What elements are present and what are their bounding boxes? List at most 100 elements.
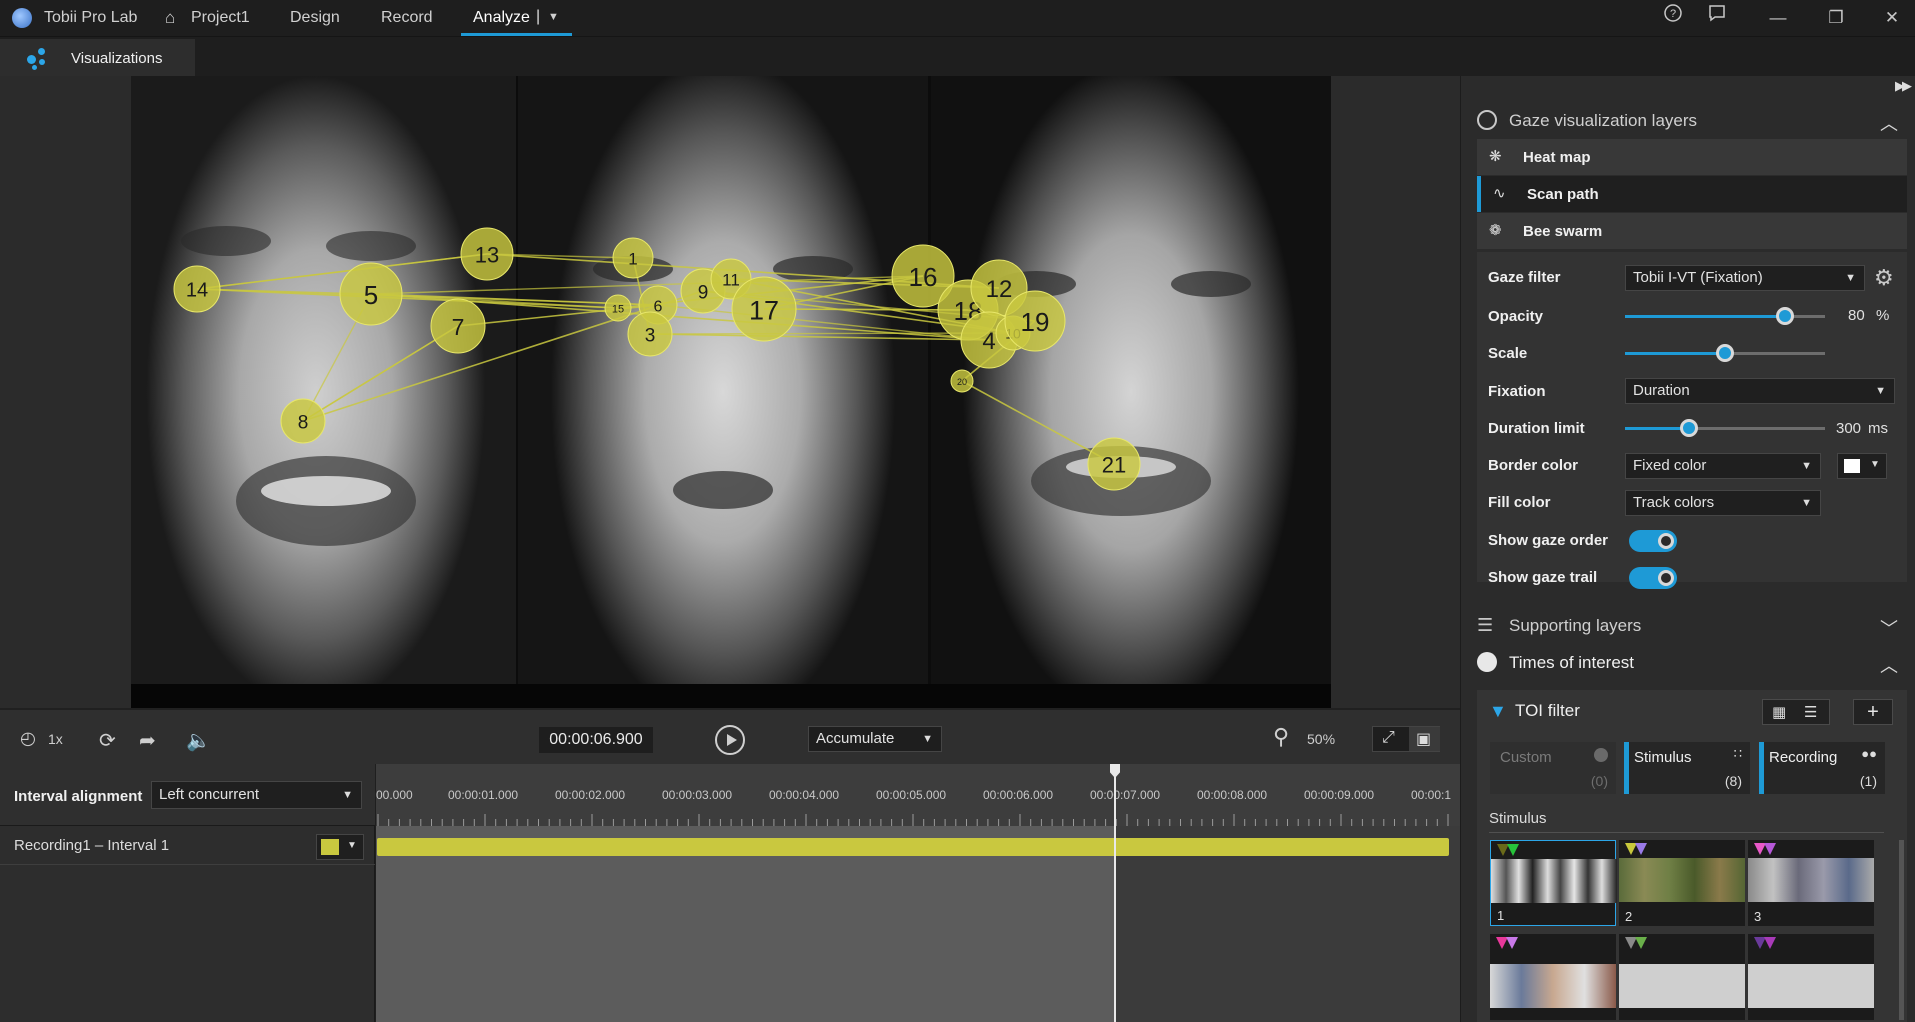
gaze-filter-value: Tobii I-VT (Fixation) <box>1633 269 1763 286</box>
help-icon[interactable]: ? <box>1653 0 1693 36</box>
stimulus-thumbnail-4[interactable] <box>1490 934 1616 1020</box>
fixation-1[interactable]: 1 <box>612 237 654 279</box>
current-time[interactable]: 00:00:06.900 <box>539 727 653 753</box>
fixation-3[interactable]: 3 <box>627 311 673 357</box>
tab-visualizations[interactable]: Visualizations <box>0 39 195 76</box>
feedback-icon[interactable] <box>1697 0 1737 36</box>
playback-speed[interactable]: 1x <box>48 731 63 747</box>
fixation-15[interactable]: 15 <box>604 294 632 322</box>
interval-alignment-select[interactable]: Left concurrent ▼ <box>151 781 362 809</box>
stimulus-thumbnail-1[interactable]: 1 <box>1490 840 1617 926</box>
opacity-slider-knob[interactable] <box>1776 307 1794 325</box>
interval-bar[interactable] <box>377 838 1449 856</box>
chevron-down-icon: ▼ <box>1801 497 1812 509</box>
gaze-layers-header[interactable]: Gaze visualization layers ︿ <box>1461 102 1915 138</box>
tab-record[interactable]: Record <box>381 0 433 36</box>
fixation-17[interactable]: 17 <box>731 276 797 342</box>
track-color-picker[interactable]: ▼ <box>316 834 364 860</box>
tick-label: 00:00:09.000 <box>1304 788 1375 802</box>
interval-alignment-label: Interval alignment <box>14 788 143 805</box>
zoom-level[interactable]: 50% <box>1307 731 1335 747</box>
scrollbar[interactable] <box>1899 840 1904 1020</box>
fixation-8[interactable]: 8 <box>280 398 326 444</box>
fill-color-select[interactable]: Track colors ▼ <box>1625 490 1821 516</box>
fixation-13[interactable]: 13 <box>460 227 514 281</box>
fixation-select[interactable]: Duration ▼ <box>1625 378 1895 404</box>
chevron-up-icon[interactable]: ︿ <box>1880 652 1898 678</box>
border-color-select[interactable]: Fixed color ▼ <box>1625 453 1821 479</box>
gear-icon[interactable]: ⚙ <box>1874 265 1894 291</box>
supporting-layers-header[interactable]: ☰ Supporting layers ﹀ <box>1461 607 1915 643</box>
layer-heat-map[interactable]: ❋ Heat map <box>1477 139 1907 175</box>
show-gaze-order-label: Show gaze order <box>1488 532 1609 549</box>
chevron-down-icon: ▼ <box>1845 272 1856 284</box>
tab-design[interactable]: Design <box>290 0 340 36</box>
accumulate-select[interactable]: Accumulate ▼ <box>808 726 942 752</box>
visualizations-label: Visualizations <box>71 50 163 67</box>
zoom-icon[interactable]: ⚲ <box>1273 724 1289 750</box>
tick-label: 00:00:04.000 <box>769 788 840 802</box>
toi-card-recording[interactable]: Recording (1) ●● <box>1759 742 1885 794</box>
project-tab[interactable]: Project1 <box>191 0 250 36</box>
fixation-7[interactable]: 7 <box>430 298 486 354</box>
playhead[interactable] <box>1110 764 1120 1022</box>
play-button[interactable] <box>715 725 745 755</box>
fixation-21[interactable]: 21 <box>1087 437 1141 491</box>
stimulus-image[interactable]: 14513781156391117161812410192021 <box>131 76 1331 708</box>
stimulus-thumbnail-5[interactable] <box>1619 934 1745 1020</box>
add-toi-button[interactable]: + <box>1853 699 1893 725</box>
fixation-20[interactable]: 20 <box>950 369 974 393</box>
fixation-order-label: 17 <box>749 296 779 326</box>
app-name: Tobii Pro Lab <box>44 9 138 26</box>
stimulus-section-label: Stimulus <box>1489 810 1547 827</box>
duration-slider-knob[interactable] <box>1680 419 1698 437</box>
fullscreen-icon[interactable]: ⤢ <box>1382 729 1395 747</box>
timeline-ruler[interactable]: 00.000 00:00:01.000 00:00:02.000 00:00:0… <box>376 764 1460 826</box>
playback-speed-icon[interactable]: ◴ <box>20 728 36 749</box>
share-icon[interactable]: ➦ <box>139 728 156 753</box>
minimize-icon[interactable]: — <box>1758 0 1798 36</box>
show-gaze-trail-toggle[interactable] <box>1629 567 1677 589</box>
gaze-trail-line <box>370 293 619 309</box>
recording-label: Recording1 – Interval 1 <box>14 837 170 854</box>
toi-card-stimulus[interactable]: Stimulus (8) ∷ <box>1624 742 1750 794</box>
chevron-down-icon[interactable]: ﹀ <box>1880 615 1898 641</box>
border-color-swatch-picker[interactable]: ▼ <box>1837 453 1887 479</box>
analyze-dropdown-icon[interactable]: ▼ <box>548 0 559 36</box>
accumulate-value: Accumulate <box>816 730 895 747</box>
collapse-panel-icon[interactable]: ▶▶ <box>1895 78 1912 94</box>
border-color-label: Border color <box>1488 457 1579 474</box>
chevron-up-icon[interactable]: ︿ <box>1880 110 1898 136</box>
tab-analyze[interactable]: Analyze <box>473 0 530 36</box>
restore-icon[interactable]: ❐ <box>1816 0 1856 36</box>
duration-limit-value: 300 <box>1836 420 1862 437</box>
fixation-5[interactable]: 5 <box>339 262 403 326</box>
stimulus-thumbnail-6[interactable] <box>1748 934 1874 1020</box>
thumbnail-number: 2 <box>1625 909 1633 924</box>
close-icon[interactable]: ✕ <box>1872 0 1912 36</box>
fit-to-screen-icon[interactable]: ▣ <box>1416 729 1431 749</box>
show-gaze-order-toggle[interactable] <box>1629 530 1677 552</box>
fixation-value: Duration <box>1633 382 1690 399</box>
layer-scan-path[interactable]: ∿ Scan path <box>1477 176 1907 212</box>
gaze-filter-label: Gaze filter <box>1488 269 1561 286</box>
layer-bee-swarm[interactable]: ❁ Bee swarm <box>1477 213 1907 249</box>
scale-slider-knob[interactable] <box>1716 344 1734 362</box>
stimulus-thumbnail-3[interactable]: 3 <box>1748 840 1874 926</box>
loop-icon[interactable]: ⟳ <box>99 728 116 753</box>
opacity-label: Opacity <box>1488 308 1544 325</box>
volume-icon[interactable]: 🔈 <box>186 728 211 753</box>
home-icon[interactable]: ⌂ <box>165 0 175 36</box>
toi-card-custom[interactable]: Custom (0) <box>1490 742 1616 794</box>
grid-view-icon[interactable]: ▦ <box>1772 703 1786 721</box>
stimulus-thumbnail-2[interactable]: 2 <box>1619 840 1745 926</box>
view-toggle: ▦ ☰ <box>1762 699 1830 725</box>
fixation-order-label: 4 <box>982 328 995 355</box>
times-of-interest-header[interactable]: Times of interest ︿ <box>1461 644 1915 680</box>
fixation-19[interactable]: 19 <box>1004 290 1066 352</box>
scan-path-overlay: 14513781156391117161812410192021 <box>173 227 1141 491</box>
timeline-sidebar: Interval alignment Left concurrent ▼ Rec… <box>0 764 375 1022</box>
fixation-14[interactable]: 14 <box>173 265 221 313</box>
list-view-icon[interactable]: ☰ <box>1804 703 1817 721</box>
gaze-filter-select[interactable]: Tobii I-VT (Fixation) ▼ <box>1625 265 1865 291</box>
